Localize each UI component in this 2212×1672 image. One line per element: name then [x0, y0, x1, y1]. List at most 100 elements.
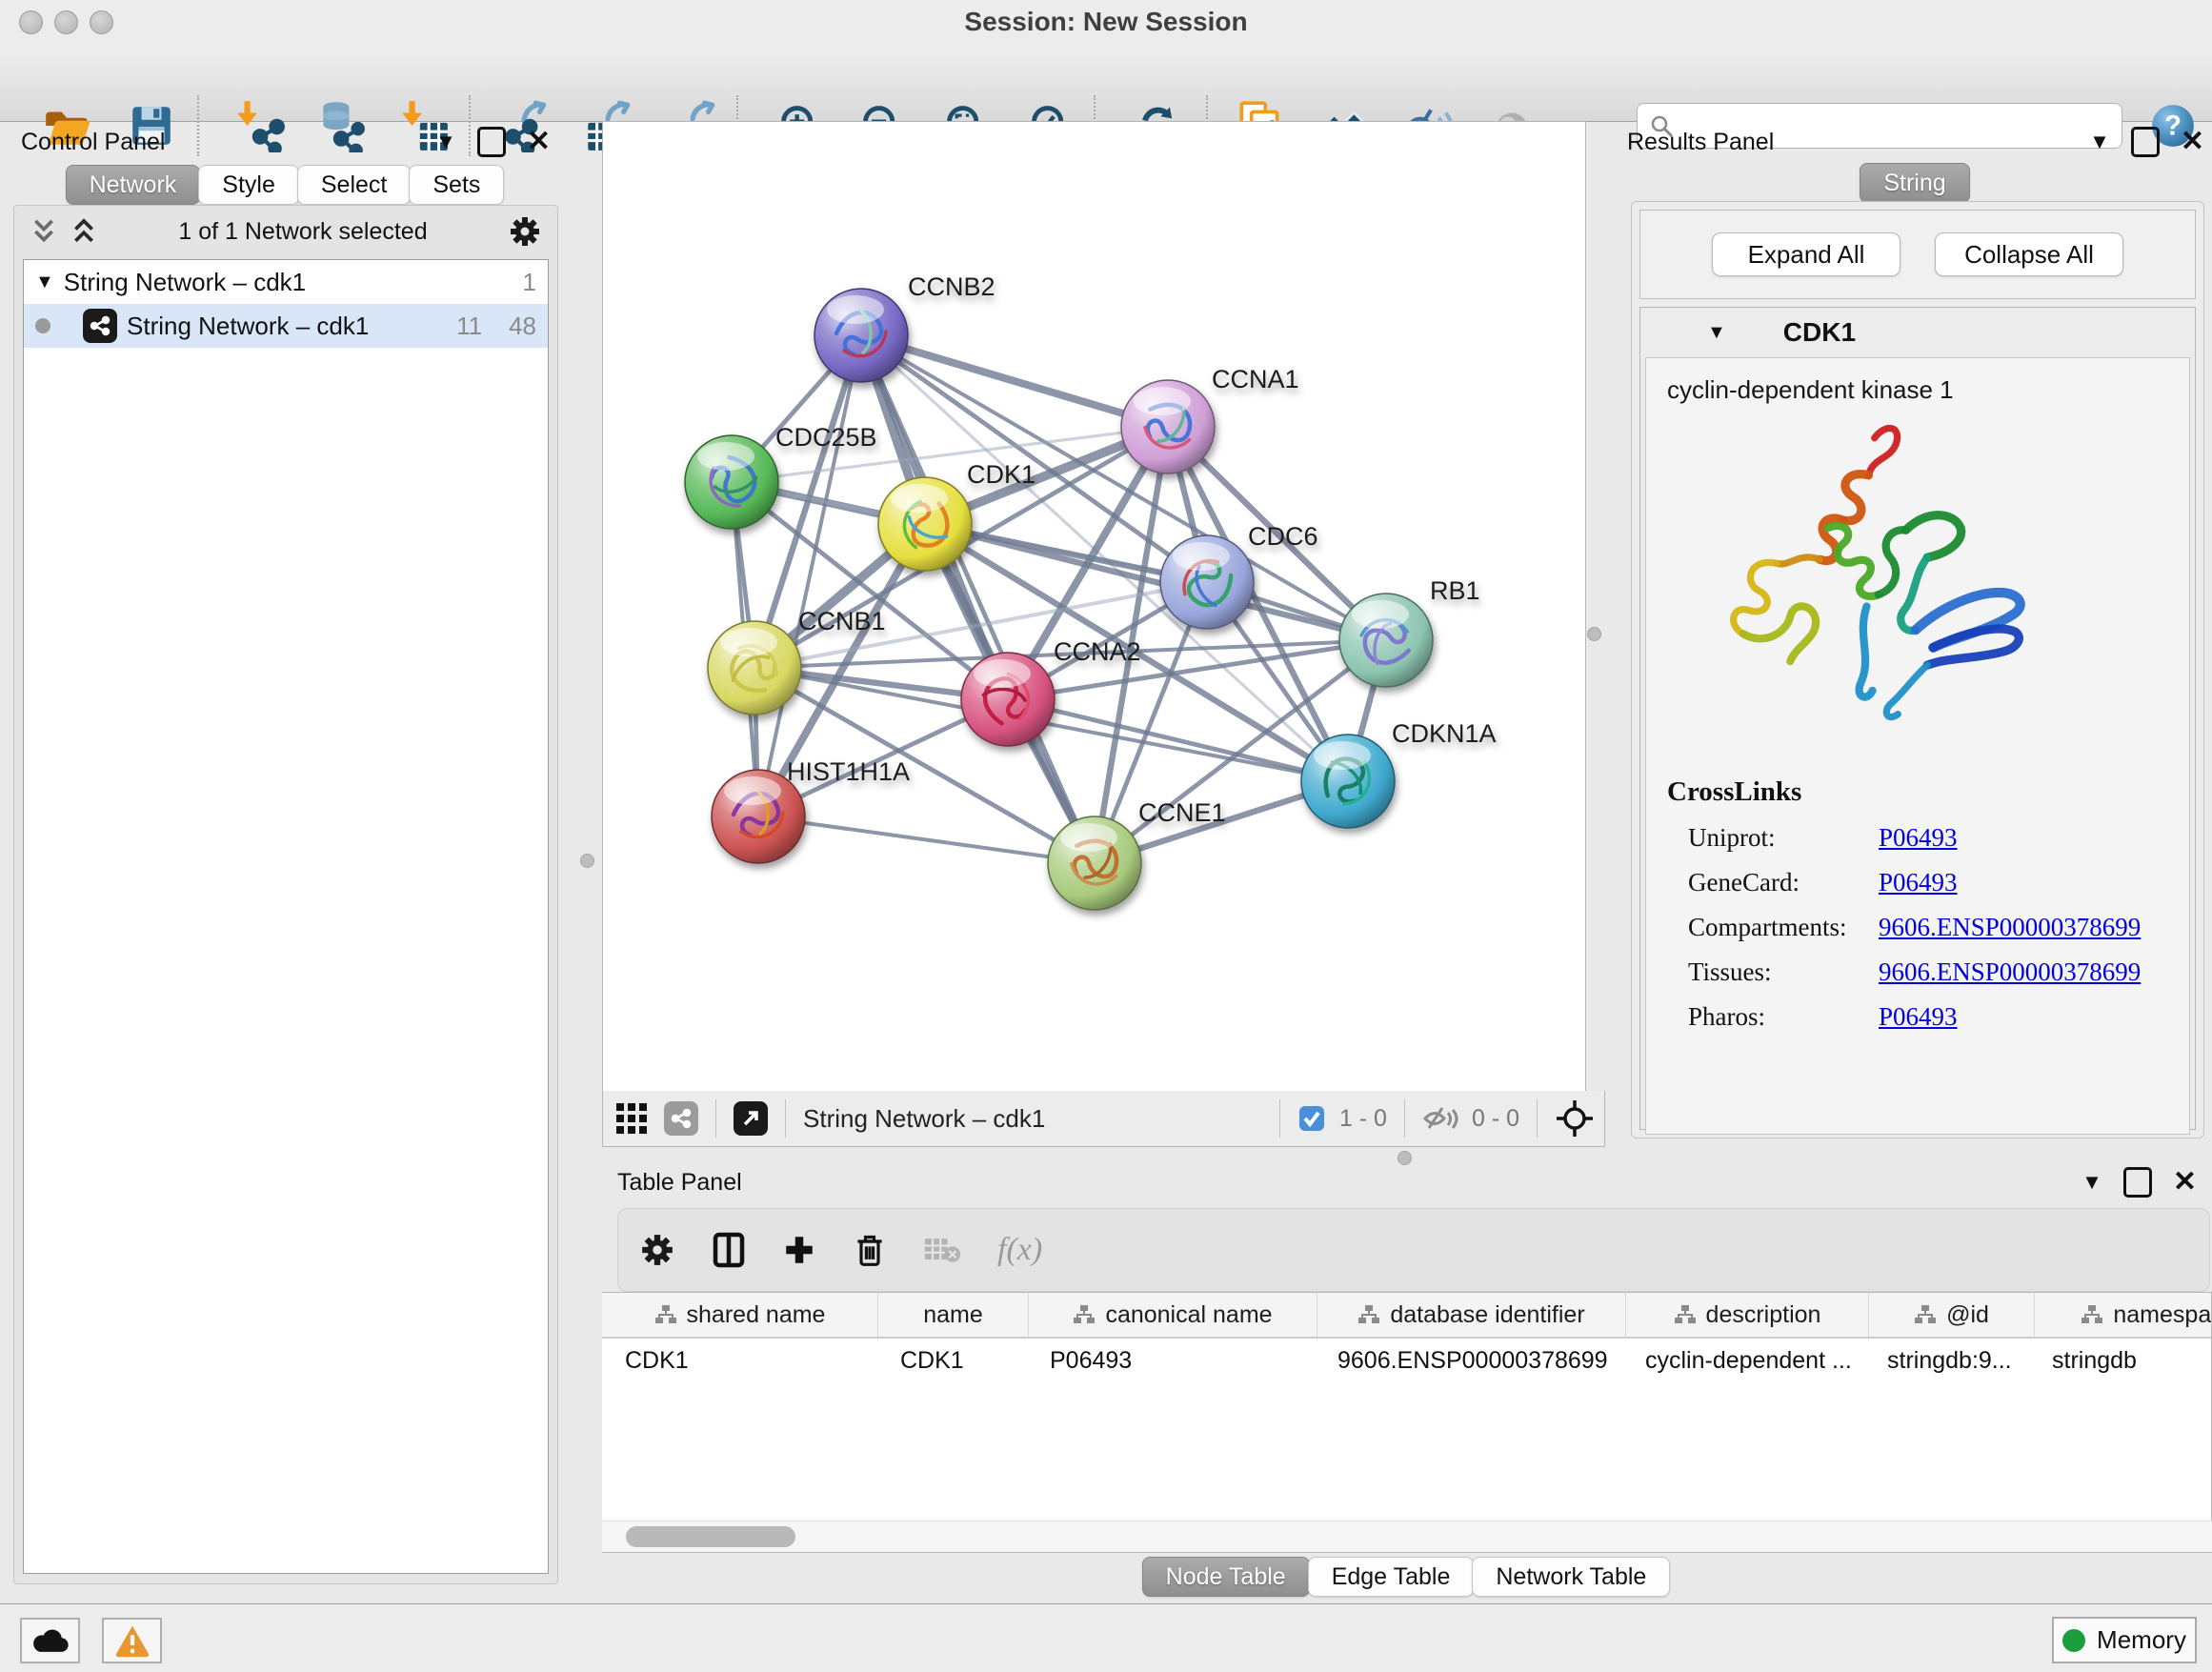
- navbar-separator: [1537, 1099, 1538, 1138]
- table-cell[interactable]: 9606.ENSP00000378699: [1315, 1347, 1622, 1375]
- zoom-window-button[interactable]: [90, 10, 113, 34]
- table-panel-menu-icon[interactable]: ▼: [2081, 1170, 2102, 1195]
- collection-expand-icon[interactable]: ▼: [35, 272, 54, 293]
- protein-collapse-icon[interactable]: ▼: [1707, 322, 1726, 344]
- cloud-button[interactable]: [20, 1618, 80, 1663]
- column-header-canonical-name[interactable]: canonical name: [1029, 1293, 1317, 1337]
- window-title: Session: New Session: [964, 7, 1247, 37]
- network-type-icon: [83, 309, 117, 343]
- memory-button[interactable]: Memory: [2052, 1617, 2197, 1663]
- show-columns-icon[interactable]: [712, 1231, 746, 1269]
- table-cell[interactable]: stringdb: [2029, 1347, 2212, 1375]
- column-header-shared-name[interactable]: shared name: [602, 1293, 878, 1337]
- table-cell[interactable]: P06493: [1027, 1347, 1315, 1375]
- control-panel-close-icon[interactable]: ✕: [527, 128, 551, 156]
- network-options-gear-icon[interactable]: [508, 214, 542, 249]
- column-header-id[interactable]: @id: [1869, 1293, 2035, 1337]
- hidden-eye-slash-icon[interactable]: [1422, 1104, 1458, 1133]
- network-collection-row[interactable]: ▼ String Network – cdk1 1: [24, 260, 548, 304]
- crosslink-value-link[interactable]: 9606.ENSP00000378699: [1879, 913, 2141, 942]
- string-results-body: Expand All Collapse All ▼ CDK1 cyclin-de…: [1631, 201, 2204, 1138]
- network-node-HIST1H1A[interactable]: HIST1H1A: [712, 757, 910, 863]
- crosslinks-title: CrossLinks: [1667, 776, 2180, 808]
- results-panel-close-icon[interactable]: ✕: [2181, 128, 2204, 156]
- results-panel-menu-icon[interactable]: ▼: [2089, 130, 2110, 154]
- table-panel-float-icon[interactable]: [2123, 1167, 2152, 1198]
- crosslink-value-link[interactable]: P06493: [1879, 1002, 1958, 1032]
- column-header-database-identifier[interactable]: database identifier: [1317, 1293, 1626, 1337]
- collection-count: 1: [523, 268, 536, 297]
- table-cell[interactable]: stringdb:9...: [1864, 1347, 2029, 1375]
- tab-sets[interactable]: Sets: [409, 165, 504, 205]
- table-row[interactable]: CDK1CDK1P064939606.ENSP00000378699cyclin…: [602, 1339, 2211, 1382]
- close-window-button[interactable]: [19, 10, 43, 34]
- network-node-CCNA1[interactable]: CCNA1: [1121, 365, 1299, 473]
- protein-description: cyclin-dependent kinase 1: [1667, 375, 2180, 405]
- network-canvas[interactable]: CCNB2CCNA1CDC25BCDK1CDC6RB1CCNB1CCNA2CDK…: [602, 121, 1586, 1093]
- table-tabs: Node TableEdge TableNetwork Table: [602, 1557, 2212, 1597]
- results-panel-float-icon[interactable]: [2131, 127, 2160, 157]
- table-cell[interactable]: CDK1: [877, 1347, 1027, 1375]
- crosslink-value-link[interactable]: 9606.ENSP00000378699: [1879, 957, 2141, 987]
- network-edge-CCNB2-CCNA1[interactable]: [861, 335, 1168, 427]
- node-label-CCNB2: CCNB2: [908, 272, 995, 301]
- status-bar: Memory: [0, 1603, 2212, 1672]
- delete-column-icon[interactable]: [853, 1231, 887, 1269]
- expand-all-button[interactable]: Expand All: [1712, 232, 1900, 276]
- crosslink-label: Uniprot:: [1667, 823, 1879, 853]
- birdseye-crosshair-icon[interactable]: [1555, 1098, 1595, 1138]
- add-column-icon[interactable]: [782, 1233, 816, 1267]
- tab-network[interactable]: Network: [66, 165, 201, 205]
- crosslink-value-link[interactable]: P06493: [1879, 823, 1958, 853]
- column-header-description[interactable]: description: [1626, 1293, 1869, 1337]
- column-header-name[interactable]: name: [878, 1293, 1029, 1337]
- crosslink-label: Tissues:: [1667, 957, 1879, 987]
- warnings-button[interactable]: [102, 1618, 162, 1663]
- network-navbar: String Network – cdk1 1 - 0 0 - 0: [602, 1091, 1605, 1147]
- window-controls: [19, 10, 113, 34]
- minimize-window-button[interactable]: [54, 10, 78, 34]
- expand-all-networks-icon[interactable]: [70, 216, 98, 247]
- protein-header[interactable]: ▼ CDK1: [1640, 308, 2195, 357]
- string-results-buttons: Expand All Collapse All: [1639, 210, 2196, 299]
- protein-name: CDK1: [1783, 317, 1856, 348]
- control-panel-tabs: NetworkStyleSelectSets: [8, 165, 564, 205]
- network-node-RB1[interactable]: RB1: [1339, 576, 1480, 687]
- tab-node-table[interactable]: Node Table: [1142, 1557, 1310, 1597]
- splitter-handle-left[interactable]: [580, 854, 594, 868]
- table-cell[interactable]: cyclin-dependent ...: [1622, 1347, 1864, 1375]
- tab-string[interactable]: String: [1860, 163, 1969, 203]
- network-list: ▼ String Network – cdk1 1 String Network…: [23, 259, 549, 1574]
- network-type-badge-icon[interactable]: [664, 1101, 698, 1136]
- table-hscrollbar-thumb[interactable]: [626, 1526, 795, 1547]
- control-panel-title: Control Panel: [21, 129, 165, 156]
- collapse-all-networks-icon[interactable]: [30, 216, 58, 247]
- detach-view-icon[interactable]: [734, 1101, 768, 1136]
- grid-view-icon[interactable]: [613, 1099, 651, 1138]
- table-panel-close-icon[interactable]: ✕: [2173, 1168, 2197, 1197]
- tab-select[interactable]: Select: [297, 165, 411, 205]
- control-panel-menu-icon[interactable]: ▼: [435, 130, 456, 154]
- crosslink-value-link[interactable]: P06493: [1879, 868, 1958, 897]
- column-header-namespace[interactable]: namespace: [2035, 1293, 2212, 1337]
- network-edge-CCNB2-HIST1H1A[interactable]: [758, 335, 861, 816]
- network-node-CCNB1[interactable]: CCNB1: [708, 607, 886, 715]
- tab-style[interactable]: Style: [198, 165, 299, 205]
- tab-edge-table[interactable]: Edge Table: [1308, 1557, 1475, 1597]
- tab-network-table[interactable]: Network Table: [1472, 1557, 1670, 1597]
- table-options-gear-icon[interactable]: [639, 1232, 675, 1268]
- selected-checkbox-icon[interactable]: [1297, 1104, 1326, 1133]
- collapse-all-button[interactable]: Collapse All: [1935, 232, 2123, 276]
- network-svg[interactable]: CCNB2CCNA1CDC25BCDK1CDC6RB1CCNB1CCNA2CDK…: [603, 122, 1583, 1090]
- table-cell[interactable]: CDK1: [602, 1347, 877, 1375]
- crosslink-row: Pharos:P06493: [1667, 1002, 2180, 1032]
- memory-label: Memory: [2097, 1625, 2186, 1655]
- protein-section: ▼ CDK1 cyclin-dependent kinase 1 CrossLi…: [1639, 307, 2196, 1130]
- control-panel-float-icon[interactable]: [477, 127, 506, 157]
- collection-label: String Network – cdk1: [64, 268, 306, 297]
- network-label: String Network – cdk1: [127, 312, 369, 341]
- network-node-CDKN1A[interactable]: CDKN1A: [1301, 719, 1497, 828]
- network-row[interactable]: String Network – cdk1 11 48: [24, 304, 548, 348]
- splitter-handle-right[interactable]: [1587, 627, 1601, 641]
- network-edge-HIST1H1A-CCNE1[interactable]: [758, 816, 1095, 863]
